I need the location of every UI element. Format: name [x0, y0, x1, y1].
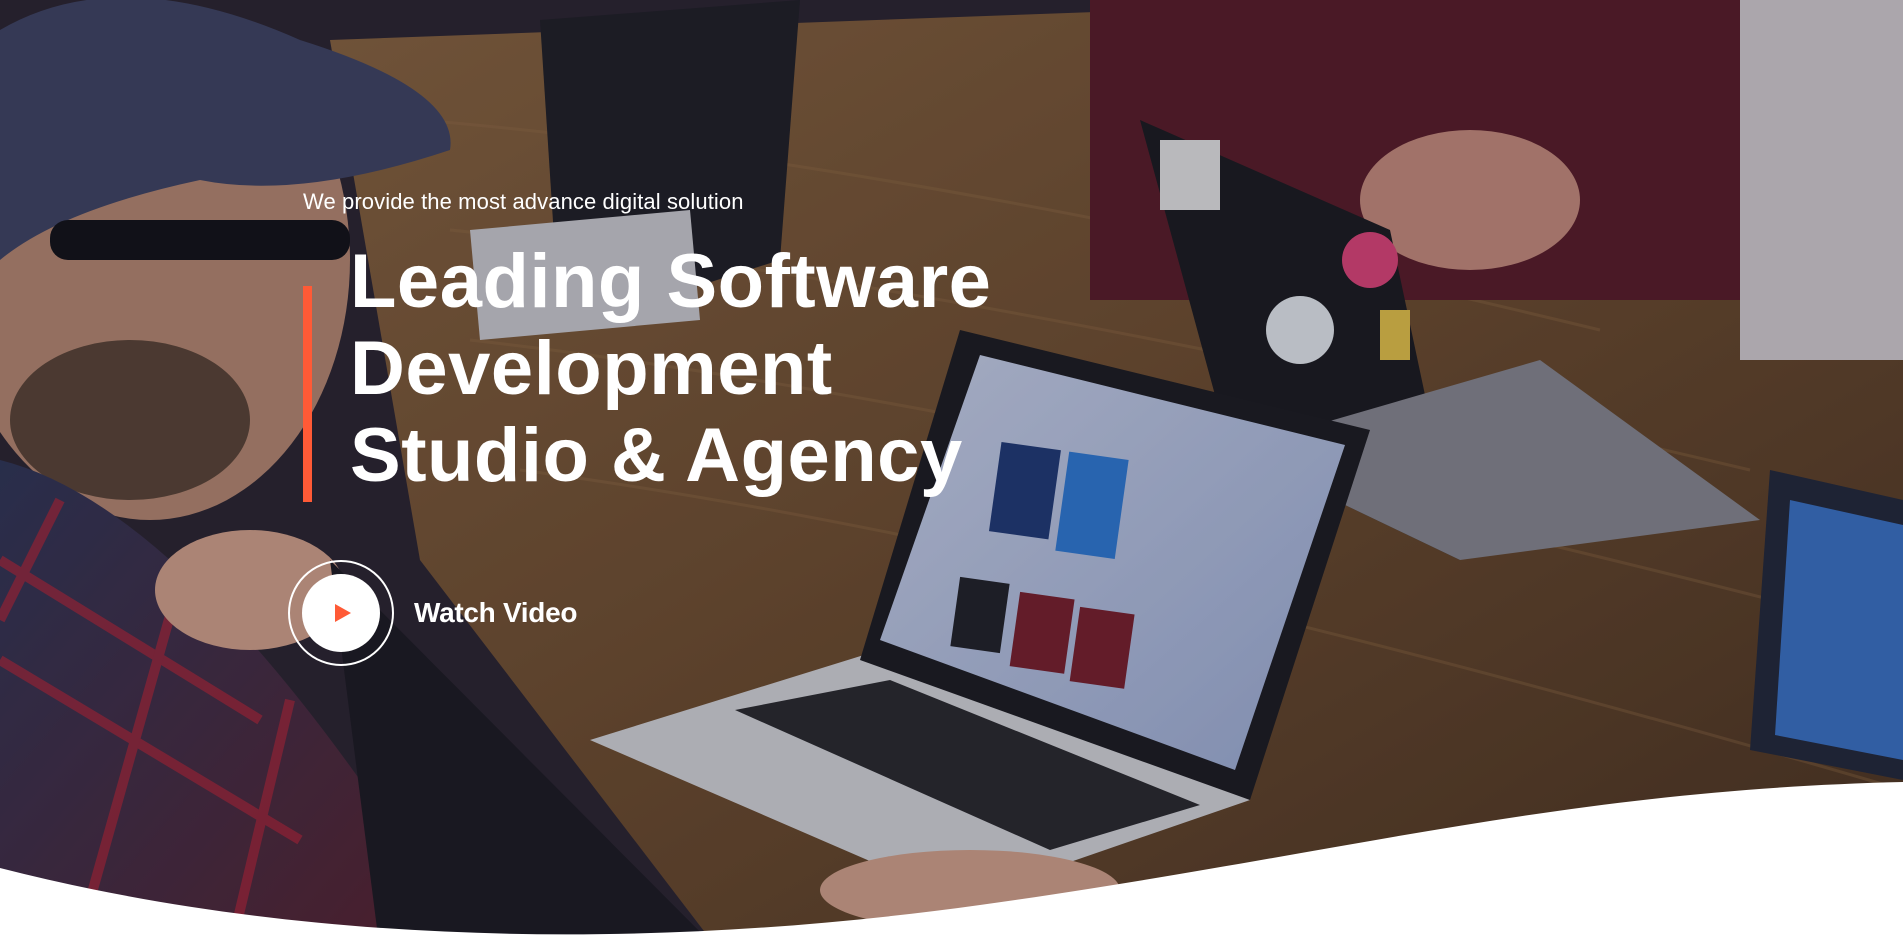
title-accent-bar [303, 286, 312, 502]
hero-title: Leading Software Development Studio & Ag… [350, 238, 1063, 499]
hero-tagline: We provide the most advance digital solu… [303, 189, 744, 214]
hero-content: We provide the most advance digital solu… [303, 186, 1063, 502]
hero-section: We provide the most advance digital solu… [0, 0, 1903, 952]
play-button-ring[interactable] [288, 560, 394, 666]
watch-video-button[interactable]: Watch Video [288, 560, 577, 666]
watch-video-label[interactable]: Watch Video [414, 597, 577, 629]
hero-title-line-2: Development [350, 326, 833, 411]
play-button[interactable] [302, 574, 380, 652]
hero-title-wrap: Leading Software Development Studio & Ag… [303, 238, 1063, 502]
hero-title-line-3: Studio & Agency [350, 413, 963, 498]
play-icon [334, 604, 351, 622]
hero-title-line-1: Leading Software [350, 239, 992, 324]
